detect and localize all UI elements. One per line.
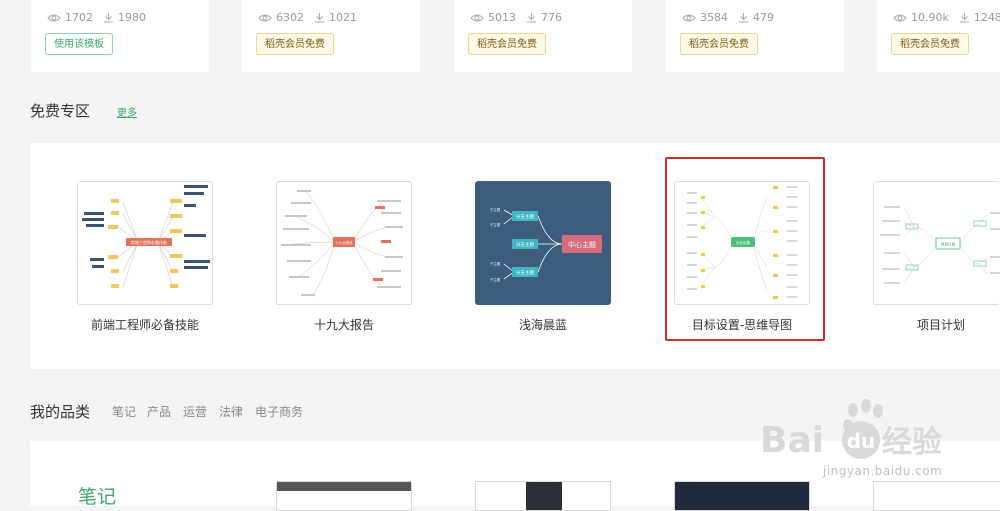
category-tab-operations[interactable]: 运营 bbox=[183, 403, 207, 420]
view-count: 10.90k bbox=[911, 11, 949, 24]
free-zone-title: 免费专区 bbox=[30, 102, 91, 120]
selection-highlight bbox=[665, 157, 825, 341]
view-count: 3584 bbox=[700, 11, 728, 24]
download-count: 1248 bbox=[973, 11, 1000, 24]
card-stats: 3584 479 bbox=[682, 11, 774, 24]
view-count: 5013 bbox=[488, 11, 516, 24]
template-card-4[interactable]: 3584 479 稻壳会员免费 bbox=[666, 0, 844, 72]
eye-icon bbox=[47, 14, 61, 21]
view-count: 6302 bbox=[276, 11, 304, 24]
template-label[interactable]: 前端工程师必备技能 bbox=[45, 316, 245, 333]
eye-icon bbox=[258, 14, 272, 21]
eye-icon bbox=[682, 14, 696, 21]
download-count: 776 bbox=[541, 11, 562, 24]
category-thumb-2[interactable] bbox=[475, 481, 611, 511]
mindmap-preview: 中心主题 分支主题 分支主题 分支主题 子主题 子主题 子主题 子主题 bbox=[490, 207, 602, 282]
member-free-button[interactable]: 稻壳会员免费 bbox=[256, 33, 334, 55]
category-tab-notes[interactable]: 笔记 bbox=[112, 403, 136, 420]
thumb-topbar bbox=[277, 482, 411, 491]
template-card-3[interactable]: 5013 776 稻壳会员免费 bbox=[454, 0, 632, 72]
eye-icon bbox=[893, 14, 907, 21]
card-stats: 6302 1021 bbox=[258, 11, 357, 24]
card-stats: 10.90k 1248 bbox=[893, 11, 1000, 24]
branch-text: 分支主题 bbox=[516, 241, 534, 248]
download-icon bbox=[739, 13, 748, 23]
brand-cn-text: 经验 bbox=[882, 425, 942, 460]
eye-icon bbox=[470, 14, 484, 21]
center-topic-text: 中心主题 bbox=[568, 240, 596, 249]
template-label[interactable]: 十九大报告 bbox=[244, 316, 444, 333]
brand-left-text: Bai bbox=[760, 420, 824, 461]
template-thumb-frontend[interactable]: 前端工程师必备技能 bbox=[77, 181, 213, 305]
member-free-button[interactable]: 稻壳会员免费 bbox=[680, 33, 758, 55]
download-count: 1021 bbox=[329, 11, 357, 24]
template-label[interactable]: 浅海晨蓝 bbox=[443, 316, 643, 333]
center-topic-text: 前端工程师必备技能 bbox=[131, 239, 167, 245]
template-card-1[interactable]: 1702 1980 使用该模板 bbox=[31, 0, 209, 72]
download-icon bbox=[527, 13, 536, 23]
branch-text: 分支主题 bbox=[516, 213, 534, 220]
category-thumb-1[interactable] bbox=[276, 481, 412, 511]
watermark-url: jingyan.baidu.com bbox=[823, 464, 943, 478]
card-stats: 1702 1980 bbox=[47, 11, 146, 24]
template-card-2[interactable]: 6302 1021 稻壳会员免费 bbox=[242, 0, 420, 72]
mindmap-preview: 前端工程师必备技能 bbox=[82, 185, 210, 288]
template-thumb-ocean[interactable]: 中心主题 分支主题 分支主题 分支主题 子主题 子主题 子主题 子主题 bbox=[475, 181, 611, 305]
download-icon bbox=[315, 13, 324, 23]
template-label[interactable]: 项目计划 bbox=[841, 316, 1000, 333]
branch-text: 分支主题 bbox=[516, 269, 534, 276]
category-tab-ecommerce[interactable]: 电子商务 bbox=[255, 403, 303, 420]
mindmap-preview: 项目计划 bbox=[880, 206, 1000, 285]
category-active-title: 笔记 bbox=[78, 486, 117, 508]
template-thumb-project-plan[interactable]: 项目计划 bbox=[873, 181, 1000, 305]
download-count: 479 bbox=[753, 11, 774, 24]
view-count: 1702 bbox=[65, 11, 93, 24]
template-card-5[interactable]: 10.90k 1248 稻壳会员免费 bbox=[877, 0, 1000, 72]
sub-topic-text: 子主题 bbox=[490, 222, 501, 227]
member-free-button[interactable]: 稻壳会员免费 bbox=[891, 33, 969, 55]
download-count: 1980 bbox=[118, 11, 146, 24]
template-thumb-report[interactable]: 十九大报告 bbox=[276, 181, 412, 305]
brand-right-text: du bbox=[847, 429, 876, 453]
member-free-button[interactable]: 稻壳会员免费 bbox=[468, 33, 546, 55]
category-tab-law[interactable]: 法律 bbox=[219, 403, 243, 420]
more-link[interactable]: 更多 bbox=[117, 104, 137, 119]
card-stats: 5013 776 bbox=[470, 11, 562, 24]
sub-topic-text: 子主题 bbox=[490, 277, 501, 282]
download-icon bbox=[104, 13, 113, 23]
center-topic-text: 项目计划 bbox=[941, 242, 955, 247]
download-icon bbox=[959, 13, 969, 23]
use-template-button[interactable]: 使用该模板 bbox=[45, 33, 113, 55]
category-tab-product[interactable]: 产品 bbox=[147, 403, 171, 420]
center-topic-text: 十九大报告 bbox=[335, 240, 353, 245]
sub-topic-text: 子主题 bbox=[490, 261, 501, 266]
categories-title: 我的品类 bbox=[30, 403, 91, 421]
sub-topic-text: 子主题 bbox=[490, 207, 501, 212]
mindmap-preview: 十九大报告 bbox=[281, 190, 403, 298]
